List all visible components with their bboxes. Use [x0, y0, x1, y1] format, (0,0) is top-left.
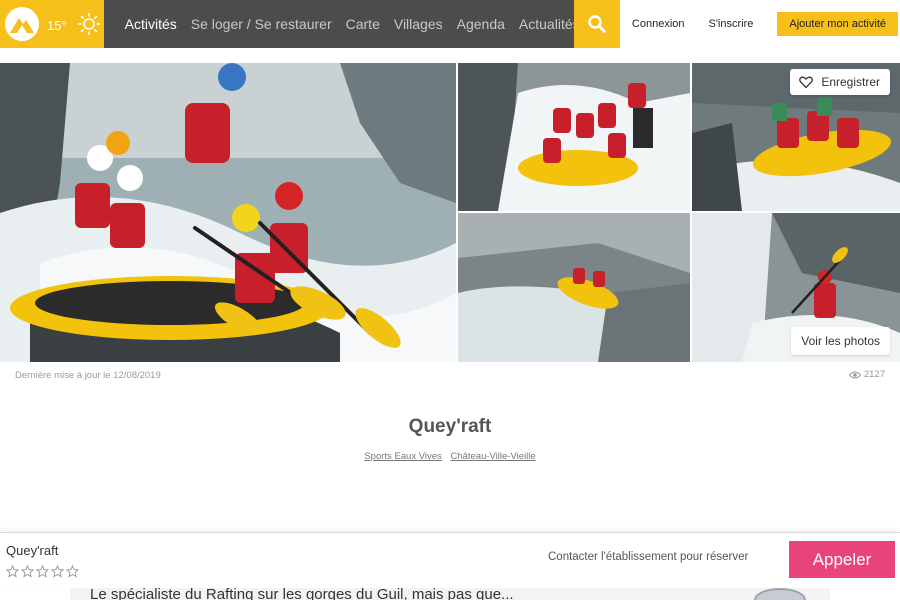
star-icon[interactable]	[51, 565, 64, 578]
nav-item-activites[interactable]: Activités	[125, 16, 177, 32]
description-teaser: Le spécialiste du Rafting sur les gorges…	[70, 588, 830, 600]
main-photo[interactable]	[0, 63, 456, 362]
save-label: Enregistrer	[821, 75, 880, 89]
view-photos-button[interactable]: Voir les photos	[791, 327, 890, 355]
nav-item-se-loger[interactable]: Se loger / Se restaurer	[191, 16, 332, 32]
sticky-listing-name: Quey'raft	[6, 543, 59, 558]
view-count-value: 2127	[863, 369, 885, 380]
avatar	[754, 588, 806, 600]
tag-location[interactable]: Château-Ville-Vieille	[450, 451, 535, 462]
gallery-photo-2[interactable]	[458, 63, 690, 211]
gallery-photo-5[interactable]: Voir les photos	[692, 213, 900, 362]
sticky-booking-bar: Quey'raft Contacter l'établissement pour…	[0, 532, 900, 588]
heart-icon	[799, 76, 814, 89]
signup-link[interactable]: S'inscrire	[709, 18, 754, 30]
star-icon[interactable]	[21, 565, 34, 578]
sun-icon	[77, 12, 100, 36]
login-link[interactable]: Connexion	[632, 18, 685, 30]
site-header: 15° Activités Se loger / Se restaurer Ca…	[0, 0, 900, 48]
photo-gallery: Enregistrer Voir les photos	[0, 63, 900, 362]
contact-prompt: Contacter l'établissement pour réserver	[548, 551, 749, 563]
view-count: 2127	[848, 369, 885, 380]
main-nav: Activités Se loger / Se restaurer Carte …	[103, 0, 580, 48]
star-icon[interactable]	[36, 565, 49, 578]
brand-area: 15°	[0, 0, 104, 48]
add-activity-button[interactable]: Ajouter mon activité	[777, 12, 898, 36]
last-updated: Dernière mise à jour le 12/08/2019	[15, 370, 161, 381]
tag-list: Sports Eaux Vives Château-Ville-Vieille	[0, 451, 900, 462]
nav-item-villages[interactable]: Villages	[394, 16, 443, 32]
eye-icon	[848, 371, 861, 378]
page-title: Quey'raft	[408, 416, 492, 437]
gallery-photo-3[interactable]: Enregistrer	[692, 63, 900, 211]
account-area: Connexion S'inscrire Ajouter mon activit…	[619, 0, 900, 48]
search-icon	[588, 15, 606, 33]
save-button[interactable]: Enregistrer	[790, 69, 890, 95]
temperature: 15°	[47, 17, 67, 33]
star-icon[interactable]	[66, 565, 79, 578]
gallery-photo-4[interactable]	[458, 213, 690, 362]
nav-item-actualites[interactable]: Actualités	[519, 16, 580, 32]
mountain-logo-icon[interactable]	[4, 6, 40, 42]
search-button[interactable]	[573, 0, 620, 48]
nav-item-carte[interactable]: Carte	[346, 16, 380, 32]
nav-item-agenda[interactable]: Agenda	[457, 16, 505, 32]
call-button[interactable]: Appeler	[789, 541, 895, 578]
star-icon[interactable]	[6, 565, 19, 578]
tag-category[interactable]: Sports Eaux Vives	[364, 451, 441, 462]
rating-stars	[6, 565, 81, 578]
description-text: Le spécialiste du Rafting sur les gorges…	[90, 588, 514, 600]
